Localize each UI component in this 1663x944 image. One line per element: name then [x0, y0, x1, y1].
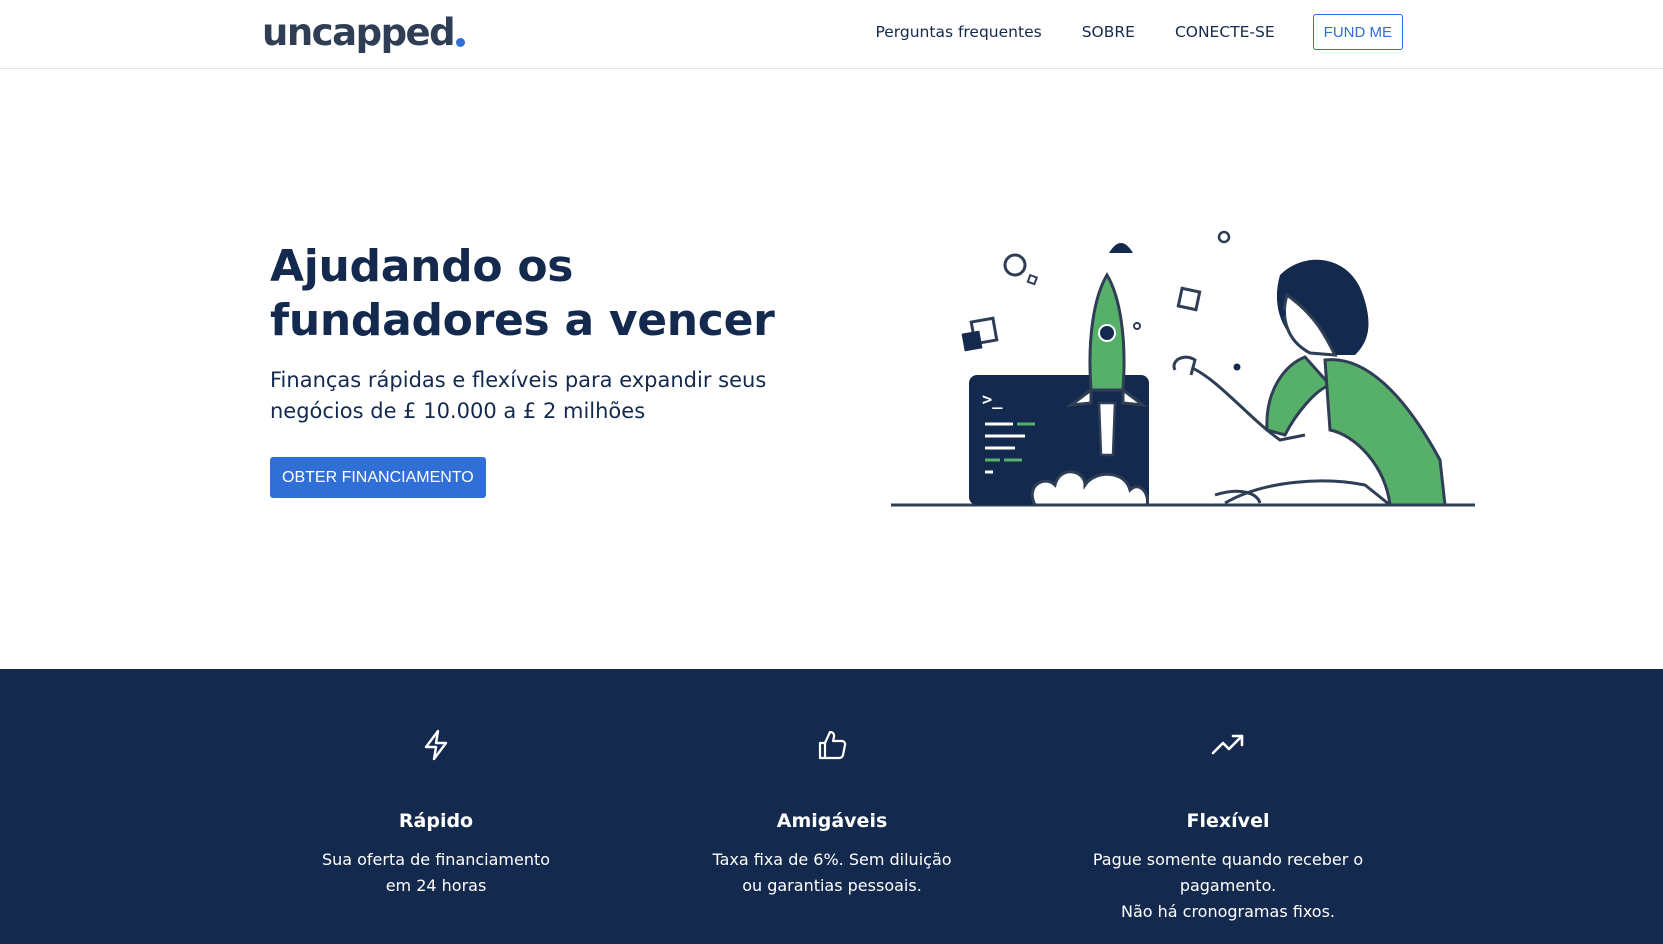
nav-link-connect[interactable]: CONECTE-SE	[1175, 23, 1275, 41]
hero-subtitle-line-1: Finanças rápidas e flexíveis para expand…	[270, 368, 767, 392]
feature-title-flexible: Flexível	[1186, 810, 1270, 832]
fund-me-button[interactable]: FUND ME	[1312, 14, 1403, 50]
rocket-founder-illustration: >_	[891, 230, 1475, 507]
hero-subtitle: Finanças rápidas e flexíveis para expand…	[270, 365, 790, 427]
hero-title-line-1: Ajudando os	[270, 241, 574, 292]
trending-up-icon	[1211, 734, 1244, 755]
thumbs-up-icon	[818, 730, 847, 760]
lightning-icon	[424, 729, 448, 761]
hero-title: Ajudando os fundadores a vencer	[270, 240, 830, 348]
nav-links: Perguntas frequentes SOBRE CONECTE-SE FU…	[875, 14, 1403, 50]
top-navbar: uncapped Perguntas frequentes SOBRE CONE…	[0, 0, 1663, 69]
hero-title-line-2: fundadores a vencer	[270, 295, 775, 346]
feature-text-line: Pague somente quando receber o	[1092, 850, 1364, 869]
logo-dot	[456, 38, 466, 47]
features-section: Rápido Sua oferta de financiamento em 24…	[0, 669, 1663, 944]
feature-text-line: Não há cronogramas fixos.	[1120, 902, 1336, 921]
terminal-prompt: >_	[982, 390, 1003, 410]
uncapped-logo[interactable]: uncapped	[262, 11, 466, 54]
logo-wordmark: uncapped	[262, 11, 456, 54]
feature-text-line: em 24 horas	[385, 876, 487, 895]
feature-title-fast: Rápido	[398, 810, 474, 832]
feature-text-line: Taxa fixa de 6%. Sem diluição	[712, 850, 952, 869]
nav-link-faq[interactable]: Perguntas frequentes	[875, 23, 1041, 41]
terminal-prompt-text: >_	[982, 390, 1003, 410]
feature-text-fast: Sua oferta de financiamento em 24 horas	[276, 847, 596, 899]
feature-title-friendly: Amigáveis	[776, 810, 888, 832]
get-funding-button[interactable]: OBTER FINANCIAMENTO	[270, 457, 486, 498]
feature-text-line: pagamento.	[1179, 876, 1277, 895]
feature-text-flexible: Pague somente quando receber o pagamento…	[1068, 847, 1388, 925]
nav-link-about[interactable]: SOBRE	[1082, 23, 1135, 41]
hero-subtitle-line-2: negócios de £ 10.000 a £ 2 milhões	[270, 399, 646, 423]
feature-text-line: ou garantias pessoais.	[742, 876, 922, 895]
feature-text-line: Sua oferta de financiamento	[321, 850, 551, 869]
feature-text-friendly: Taxa fixa de 6%. Sem diluição ou garanti…	[672, 847, 992, 899]
